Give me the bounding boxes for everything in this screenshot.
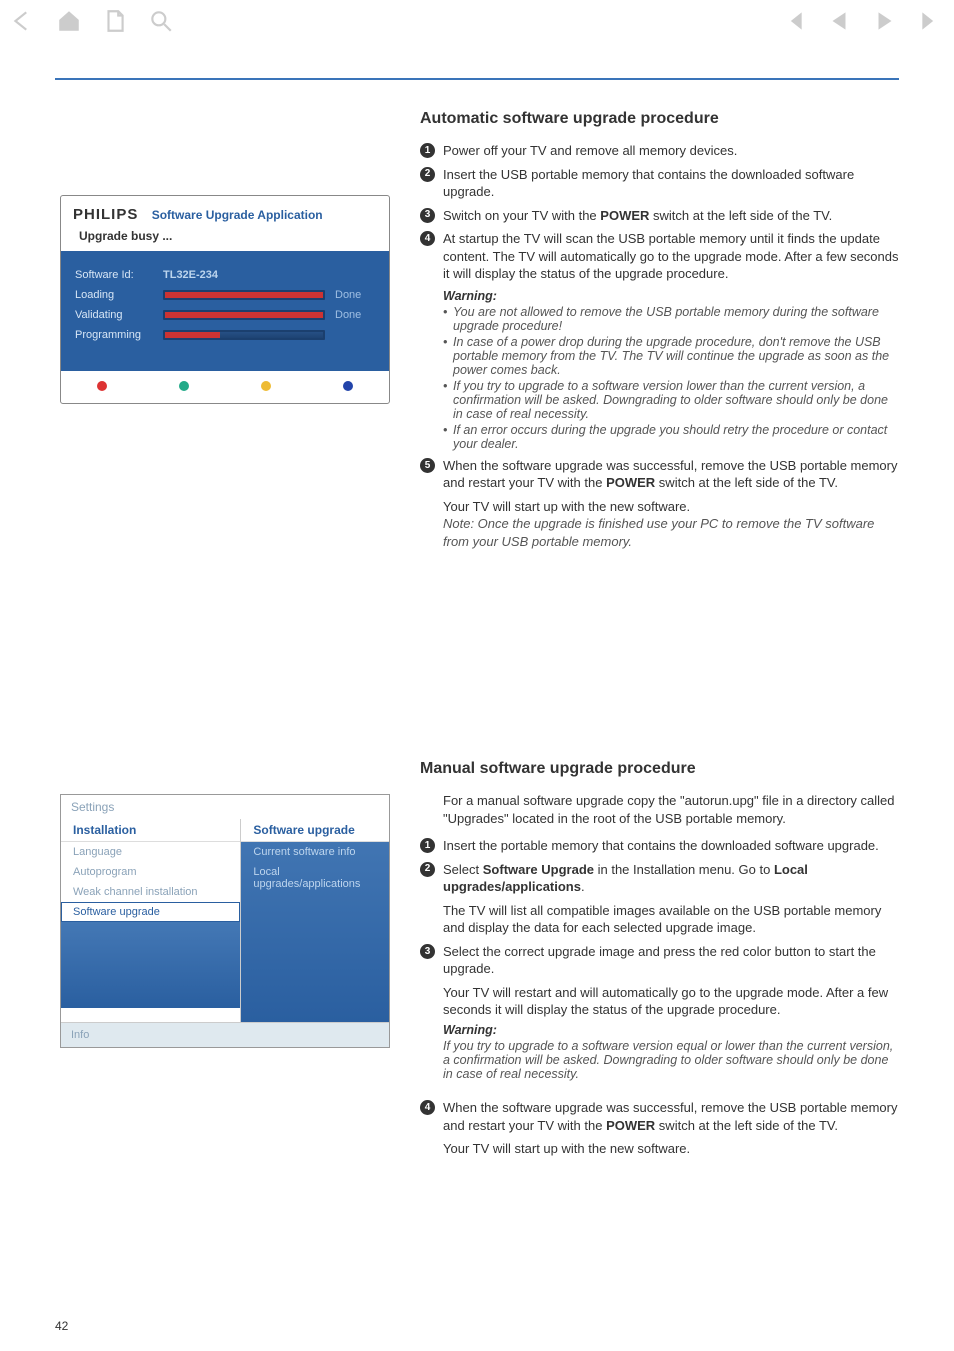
section2-intro: For a manual software upgrade copy the "…: [443, 792, 899, 827]
step-number: 5: [420, 458, 435, 473]
row-label: Software Id:: [75, 269, 153, 281]
progress-bar: [163, 310, 325, 320]
page-content: Automatic software upgrade procedure 1 P…: [55, 90, 899, 1311]
step5-continuation: Your TV will start up with the new softw…: [443, 498, 899, 516]
warning-title: Warning:: [443, 1023, 497, 1037]
step-text: When the software upgrade was successful…: [443, 457, 899, 492]
step-text: When the software upgrade was successful…: [443, 1099, 899, 1134]
row-status: Done: [335, 309, 375, 321]
yellow-dot-icon: [261, 381, 271, 391]
step-3: 3 Switch on your TV with the POWER switc…: [420, 207, 899, 225]
warning-title: Warning:: [443, 289, 497, 303]
left-spacer: [61, 922, 240, 1008]
brand-label: PHILIPS: [73, 206, 138, 223]
search-icon[interactable]: [148, 8, 174, 34]
progress-bar: [163, 290, 325, 300]
header-rule: [55, 78, 899, 80]
step-4: 4 When the software upgrade was successf…: [420, 1099, 899, 1134]
breadcrumb: Settings: [61, 795, 389, 819]
page-number: 42: [55, 1319, 68, 1333]
figure1-header: PHILIPS Software Upgrade Application: [61, 196, 389, 225]
step-text: Insert the portable memory that contains…: [443, 837, 879, 855]
last-page-icon[interactable]: [918, 8, 944, 34]
step-1: 1 Insert the portable memory that contai…: [420, 837, 899, 855]
info-bar: Info: [61, 1022, 389, 1047]
warning-item: If an error occurs during the upgrade yo…: [443, 423, 899, 451]
app-title: Software Upgrade Application: [152, 208, 323, 222]
step-number: 4: [420, 231, 435, 246]
section-manual: Manual software upgrade procedure For a …: [420, 760, 899, 1158]
warning-block: Warning: You are not allowed to remove t…: [443, 289, 899, 451]
upgrade-status: Upgrade busy ...: [61, 225, 389, 251]
menu-item-autoprogram: Autoprogram: [61, 862, 240, 882]
step4-continuation: Your TV will start up with the new softw…: [443, 1140, 899, 1158]
step-text: Select Software Upgrade in the Installat…: [443, 861, 899, 896]
step-number: 3: [420, 208, 435, 223]
back-arrow-icon[interactable]: [10, 8, 36, 34]
row-label: Validating: [75, 309, 153, 321]
section2-title: Manual software upgrade procedure: [420, 760, 899, 778]
figure-upgrade-app: PHILIPS Software Upgrade Application Upg…: [60, 195, 390, 404]
step-number: 3: [420, 944, 435, 959]
next-page-icon[interactable]: [872, 8, 898, 34]
step-text: At startup the TV will scan the USB port…: [443, 230, 899, 283]
figure-settings-menu: Settings Installation Language Autoprogr…: [60, 794, 390, 1048]
submenu-local-upgrades: Local upgrades/applications: [241, 862, 389, 894]
step-1: 1 Power off your TV and remove all memor…: [420, 142, 899, 160]
warning-text: If you try to upgrade to a software vers…: [443, 1039, 899, 1081]
row-label: Programming: [75, 329, 153, 341]
step-4: 4 At startup the TV will scan the USB po…: [420, 230, 899, 283]
fig1-row-programming: Programming: [75, 329, 375, 341]
warning-item: You are not allowed to remove the USB po…: [443, 305, 899, 333]
red-dot-icon: [97, 381, 107, 391]
row-status: Done: [335, 289, 375, 301]
fig1-row-loading: Loading Done: [75, 289, 375, 301]
step-text: Insert the USB portable memory that cont…: [443, 166, 899, 201]
step-text: Power off your TV and remove all memory …: [443, 142, 737, 160]
right-spacer: [241, 894, 389, 1022]
right-col-title: Software upgrade: [241, 819, 389, 842]
left-col-title: Installation: [61, 819, 240, 842]
prev-page-icon[interactable]: [826, 8, 852, 34]
step-number: 4: [420, 1100, 435, 1115]
fig1-row-validating: Validating Done: [75, 309, 375, 321]
step3-continuation: Your TV will restart and will automatica…: [443, 984, 899, 1019]
figure2-columns: Installation Language Autoprogram Weak c…: [61, 819, 389, 1022]
green-dot-icon: [179, 381, 189, 391]
blue-dot-icon: [343, 381, 353, 391]
step-number: 1: [420, 143, 435, 158]
step-number: 1: [420, 838, 435, 853]
first-page-icon[interactable]: [780, 8, 806, 34]
warning-block-2: Warning: If you try to upgrade to a soft…: [443, 1021, 899, 1081]
step-text: Select the correct upgrade image and pre…: [443, 943, 899, 978]
figure1-body: Software Id: TL32E-234 Loading Done Vali…: [61, 251, 389, 371]
step-2: 2 Select Software Upgrade in the Install…: [420, 861, 899, 896]
page-icon[interactable]: [102, 8, 128, 34]
menu-item-weak-channel: Weak channel installation: [61, 882, 240, 902]
pdf-toolbar: [10, 8, 944, 34]
figure1-footer: [61, 371, 389, 403]
step-number: 2: [420, 862, 435, 877]
step-text: Switch on your TV with the POWER switch …: [443, 207, 832, 225]
step-3: 3 Select the correct upgrade image and p…: [420, 943, 899, 978]
progress-bar: [163, 330, 325, 340]
warning-item: In case of a power drop during the upgra…: [443, 335, 899, 377]
submenu-current-info: Current software info: [241, 842, 389, 862]
menu-item-language: Language: [61, 842, 240, 862]
fig1-row-id: Software Id: TL32E-234: [75, 269, 375, 281]
warning-item: If you try to upgrade to a software vers…: [443, 379, 899, 421]
section-automatic: Automatic software upgrade procedure 1 P…: [420, 110, 899, 551]
step2-continuation: The TV will list all compatible images a…: [443, 902, 899, 937]
software-id-value: TL32E-234: [163, 269, 218, 281]
figure2-left-col: Installation Language Autoprogram Weak c…: [61, 819, 241, 1022]
step-5: 5 When the software upgrade was successf…: [420, 457, 899, 492]
step-2: 2 Insert the USB portable memory that co…: [420, 166, 899, 201]
menu-item-software-upgrade: Software upgrade: [61, 902, 240, 922]
figure2-right-col: Software upgrade Current software info L…: [241, 819, 389, 1022]
row-label: Loading: [75, 289, 153, 301]
home-icon[interactable]: [56, 8, 82, 34]
section1-title: Automatic software upgrade procedure: [420, 110, 899, 128]
note-text: Note: Once the upgrade is finished use y…: [443, 515, 899, 550]
step-number: 2: [420, 167, 435, 182]
